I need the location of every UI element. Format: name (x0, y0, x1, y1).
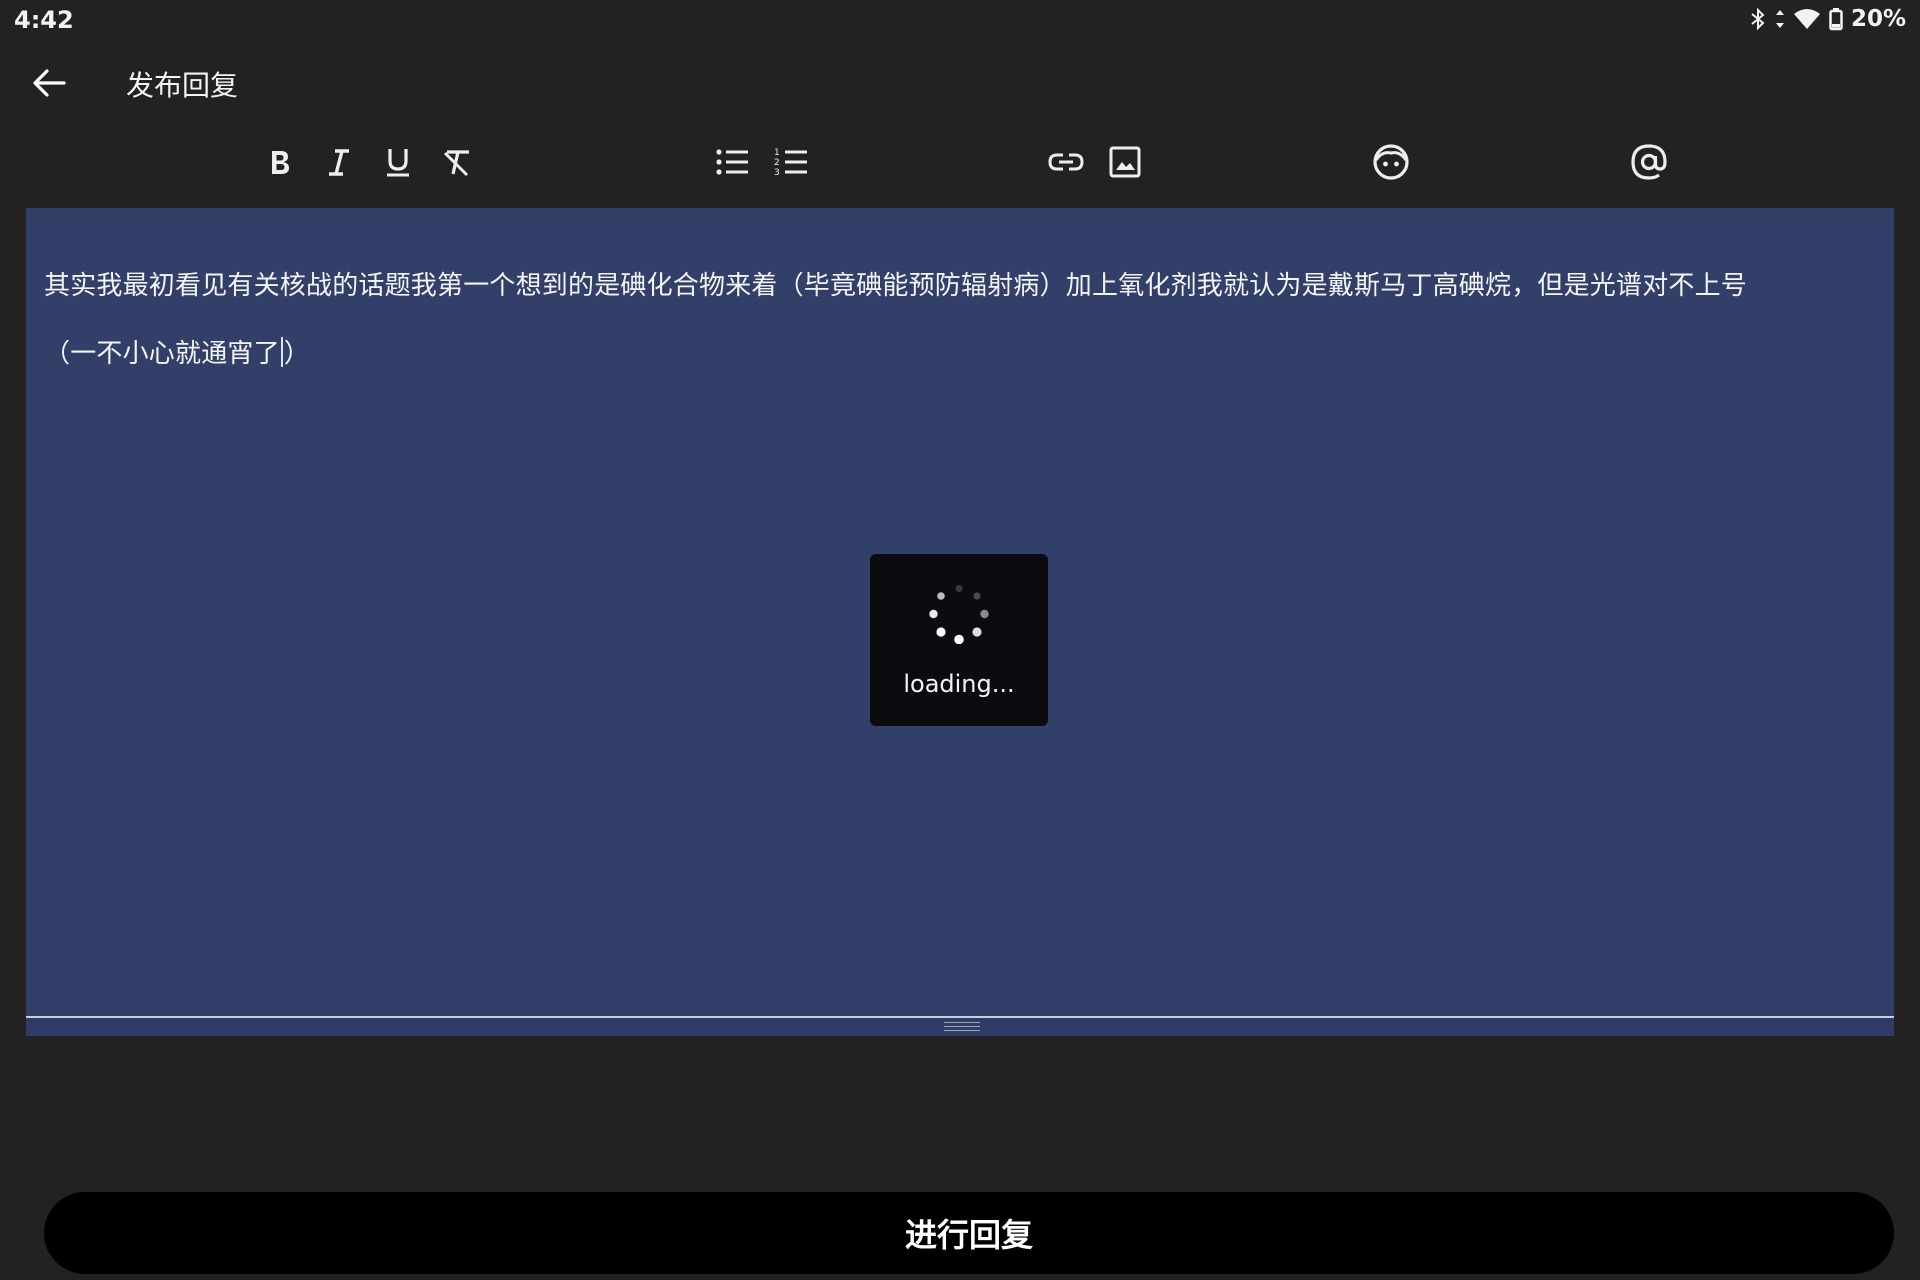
bold-button[interactable] (256, 140, 304, 188)
mention-button[interactable] (1625, 140, 1673, 188)
editor-divider (26, 1016, 1894, 1018)
status-icons: 20% (1749, 6, 1906, 32)
loading-text: loading... (903, 670, 1015, 698)
clear-format-icon (441, 147, 473, 181)
status-time: 4:42 (14, 6, 74, 34)
clear-format-button[interactable] (433, 140, 481, 188)
emoji-icon (1372, 143, 1410, 185)
underline-icon (384, 146, 412, 182)
formatting-toolbar: 1 2 3 (0, 130, 1920, 198)
emoji-button[interactable] (1367, 140, 1415, 188)
battery-percent: 20% (1850, 6, 1906, 32)
wifi-icon (1793, 7, 1821, 31)
bluetooth-icon (1749, 7, 1767, 31)
status-bar: 4:42 20% (0, 0, 1920, 44)
image-icon (1109, 146, 1141, 182)
spinner-icon (929, 584, 989, 645)
svg-text:1: 1 (774, 148, 780, 158)
link-icon (1048, 150, 1084, 178)
bold-icon (266, 147, 294, 181)
numbered-list-button[interactable]: 1 2 3 (767, 140, 815, 188)
italic-button[interactable] (315, 140, 363, 188)
data-arrows-icon (1775, 7, 1785, 31)
italic-icon (325, 147, 353, 181)
page-title: 发布回复 (126, 69, 239, 102)
app-bar: 发布回复 (0, 44, 1920, 120)
editor-line: （一不小心就通宵了） (44, 320, 1874, 388)
bullet-list-icon (715, 147, 749, 181)
image-button[interactable] (1101, 140, 1149, 188)
link-button[interactable] (1042, 140, 1090, 188)
resize-handle[interactable] (944, 1022, 980, 1031)
at-sign-icon (1630, 143, 1668, 185)
editor-content[interactable]: 其实我最初看见有关核战的话题我第一个想到的是碘化合物来着（毕竟碘能预防辐射病）加… (44, 252, 1874, 388)
svg-text:3: 3 (774, 168, 780, 178)
battery-icon (1829, 7, 1843, 31)
numbered-list-icon: 1 2 3 (774, 146, 808, 182)
loading-dialog: loading... (870, 554, 1048, 726)
arrow-left-icon (32, 68, 66, 102)
svg-text:2: 2 (774, 158, 780, 168)
bullet-list-button[interactable] (708, 140, 756, 188)
editor-line: 其实我最初看见有关核战的话题我第一个想到的是碘化合物来着（毕竟碘能预防辐射病）加… (44, 271, 1748, 301)
editor-text-before-caret: （一不小心就通宵了 (44, 339, 280, 369)
submit-reply-button[interactable]: 进行回复 (44, 1192, 1894, 1274)
underline-button[interactable] (374, 140, 422, 188)
text-caret (280, 337, 283, 367)
editor-text-after-caret: ） (283, 339, 311, 369)
back-button[interactable] (22, 58, 76, 112)
